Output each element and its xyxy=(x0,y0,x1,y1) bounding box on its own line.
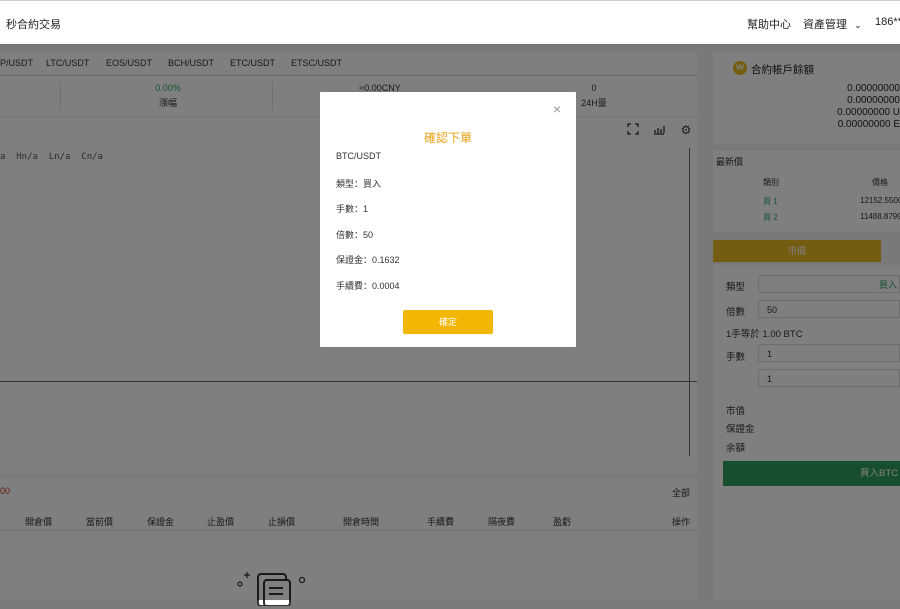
help-center-link[interactable]: 幫助中心 xyxy=(747,16,791,32)
order-type: 類型：買入 xyxy=(336,179,382,189)
asset-management-menu[interactable]: 資產管理 ⌄ xyxy=(803,16,862,32)
confirm-button[interactable]: 確定 xyxy=(403,310,493,334)
asset-management-label: 資產管理 xyxy=(803,19,847,31)
brand-title[interactable]: 秒合約交易 xyxy=(6,16,61,32)
chevron-down-icon: ⌄ xyxy=(854,20,862,30)
top-nav-bar: 秒合約交易 幫助中心 資產管理 ⌄ 186** xyxy=(0,0,900,45)
order-margin: 保證金：0.1632 xyxy=(336,255,400,265)
user-account[interactable]: 186** xyxy=(875,16,900,28)
close-icon[interactable]: × xyxy=(553,102,561,116)
confirm-order-dialog: × 確認下單 BTC/USDT 類型：買入 手數：1 倍數：50 保證金：0.1… xyxy=(320,92,576,347)
order-fee: 手續費：0.0004 xyxy=(336,281,400,291)
dialog-title: 確認下單 xyxy=(423,131,472,145)
order-leverage: 倍數：50 xyxy=(336,230,374,240)
order-lots: 手數：1 xyxy=(336,204,369,214)
order-symbol: BTC/USDT xyxy=(336,151,381,161)
